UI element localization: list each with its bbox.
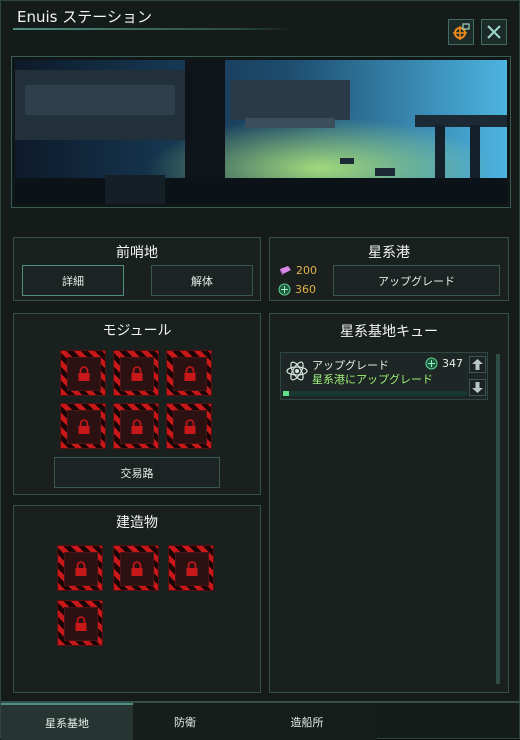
tab-starbase[interactable]: 星系基地 — [1, 703, 133, 740]
module-slot-locked[interactable] — [166, 403, 212, 449]
queue-panel: 星系基地キュー アップグレード 星系港にアップグレード 347 — [269, 313, 509, 693]
move-down-button[interactable] — [469, 379, 486, 396]
lock-icon — [131, 561, 143, 576]
building-slot-locked[interactable] — [168, 545, 214, 591]
lock-frame — [64, 607, 98, 641]
module-slot-locked[interactable] — [113, 350, 159, 396]
queue-scrollbar[interactable] — [496, 354, 500, 684]
focus-camera-button[interactable] — [448, 19, 474, 45]
arrow-up-icon — [472, 359, 483, 370]
dismantle-button[interactable]: 解体 — [151, 265, 253, 296]
module-slot-locked[interactable] — [60, 350, 106, 396]
energy-icon — [425, 357, 438, 370]
lock-frame — [67, 410, 101, 444]
building-slot-locked[interactable] — [57, 545, 103, 591]
lock-frame — [64, 552, 98, 586]
close-icon — [487, 25, 501, 39]
lock-icon — [184, 419, 196, 434]
modules-panel: モジュール 交易路 — [13, 313, 261, 495]
lock-frame — [175, 552, 209, 586]
lock-frame — [173, 410, 207, 444]
lock-frame — [120, 552, 154, 586]
queue-item-detail: 星系港にアップグレード — [312, 373, 433, 386]
energy-icon — [278, 283, 291, 296]
lock-frame — [120, 357, 154, 391]
module-slot-locked[interactable] — [113, 403, 159, 449]
building-slot-locked[interactable] — [113, 545, 159, 591]
lock-icon — [131, 366, 143, 381]
trade-route-button[interactable]: 交易路 — [54, 457, 220, 488]
lock-frame — [67, 357, 101, 391]
starport-title: 星系港 — [368, 245, 410, 261]
queue-item-cost: 347 — [425, 357, 463, 370]
outpost-panel: 前哨地 詳細 解体 — [13, 237, 261, 301]
tab-shipyard[interactable]: 造船所 — [237, 703, 377, 740]
upgrade-button[interactable]: アップグレード — [333, 265, 500, 296]
details-button[interactable]: 詳細 — [22, 265, 124, 296]
building-slot-locked[interactable] — [57, 600, 103, 646]
close-button[interactable] — [481, 19, 507, 45]
energy-cost-value: 360 — [295, 283, 316, 296]
lock-icon — [78, 419, 90, 434]
queue-progress-track — [283, 391, 467, 396]
move-up-button[interactable] — [469, 356, 486, 373]
lock-icon — [186, 561, 198, 576]
alloys-cost: 200 — [278, 264, 317, 277]
energy-cost: 360 — [278, 283, 316, 296]
lock-icon — [75, 561, 87, 576]
module-slot-locked[interactable] — [166, 350, 212, 396]
lock-icon — [184, 366, 196, 381]
station-banner-image — [15, 60, 507, 204]
queue-progress-fill — [283, 391, 289, 396]
queue-title: 星系基地キュー — [340, 324, 438, 340]
starport-panel: 星系港 200 360 アップグレード — [269, 237, 509, 301]
alloys-cost-value: 200 — [296, 264, 317, 277]
lock-icon — [78, 366, 90, 381]
queue-item-cost-value: 347 — [442, 357, 463, 370]
camera-target-icon — [453, 23, 470, 40]
modules-title: モジュール — [102, 323, 172, 339]
module-slot-locked[interactable] — [60, 403, 106, 449]
title-underline — [13, 28, 295, 30]
window-title: Enuis ステーション — [17, 8, 152, 26]
starbase-window: Enuis ステーション 前哨地 詳細 解体 星系港 200 360 アップグレ… — [0, 0, 520, 740]
queue-item[interactable]: アップグレード 星系港にアップグレード 347 — [280, 352, 488, 400]
buildings-panel: 建造物 — [13, 505, 261, 693]
lock-frame — [173, 357, 207, 391]
atom-icon — [286, 361, 308, 381]
lock-frame — [120, 410, 154, 444]
tab-defense[interactable]: 防衛 — [133, 703, 237, 740]
arrow-down-icon — [472, 382, 483, 393]
lock-icon — [75, 616, 87, 631]
alloys-icon — [280, 265, 291, 276]
lock-icon — [131, 419, 143, 434]
outpost-title: 前哨地 — [116, 245, 158, 261]
buildings-title: 建造物 — [116, 515, 158, 531]
